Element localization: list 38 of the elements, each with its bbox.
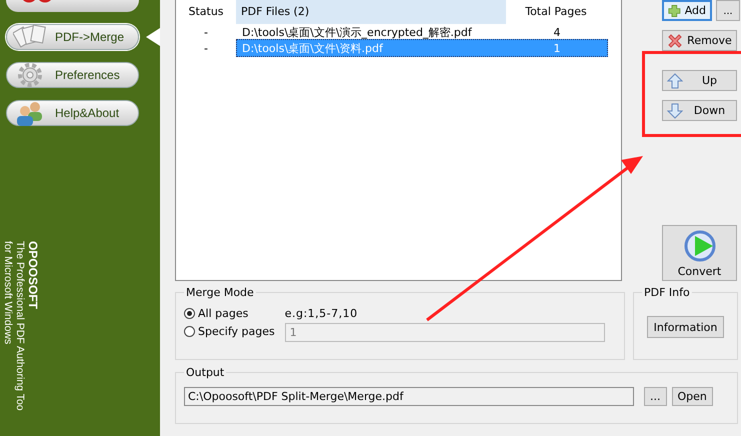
side-button[interactable]: Down [662, 100, 737, 121]
open-button[interactable]: Open [672, 387, 713, 406]
group-title: PDF Info [643, 286, 691, 299]
nav-button[interactable]: Help&About [6, 100, 139, 126]
brand-name: OPOOSOFT [26, 241, 40, 310]
add-button[interactable]: Add [662, 0, 712, 21]
table-cell-text: 4 [552, 26, 562, 38]
nav-button[interactable]: Preferences [6, 62, 139, 88]
table-cell-text: D:\tools\桌面\文件\资料.pdf [241, 40, 384, 56]
table-cell-text: D:\tools\桌面\文件\演示_encrypted_解密.pdf [241, 24, 473, 40]
output-path-field[interactable]: C:\Opoosoft\PDF Split-Merge\Merge.pdf [184, 387, 634, 406]
side-button[interactable]: Remove [662, 30, 737, 51]
column-header[interactable]: PDF Files (2) [236, 0, 506, 24]
table-cell-text: 1 [552, 42, 562, 54]
table-cell-text: - [203, 26, 209, 38]
radio-option[interactable]: All pages [184, 305, 275, 321]
nav-button[interactable]: PDF->Merge [6, 24, 139, 50]
tagline-text: The Professional PDF Authoring Too [14, 241, 26, 411]
more-button[interactable]: ... [716, 0, 740, 21]
radio-option[interactable]: Specify pages [184, 323, 275, 339]
selection-pointer-icon [146, 28, 160, 46]
file-row[interactable]: D:\tools\桌面\文件\演示_encrypted_解密.pdf 4 [236, 23, 608, 41]
hint-text: e.g:1,5-7,10 [284, 307, 359, 321]
arrow-down-icon [667, 102, 683, 118]
table-cell-text: - [203, 42, 209, 54]
arrow-up-icon [667, 72, 683, 88]
column-header[interactable]: Total Pages [506, 0, 606, 24]
information-button[interactable]: Information [646, 316, 724, 338]
convert-button[interactable]: Convert [662, 225, 737, 281]
tagline-text: for Microsoft Windows [2, 241, 14, 344]
group-title: Output [185, 366, 226, 379]
side-button[interactable]: Up [662, 70, 737, 91]
group-title: Merge Mode [185, 286, 255, 299]
cross-icon [667, 32, 683, 48]
browse-button[interactable]: ... [644, 387, 666, 406]
play-icon [682, 228, 716, 262]
column-header[interactable]: Status [176, 0, 236, 24]
plus-icon [668, 2, 681, 18]
